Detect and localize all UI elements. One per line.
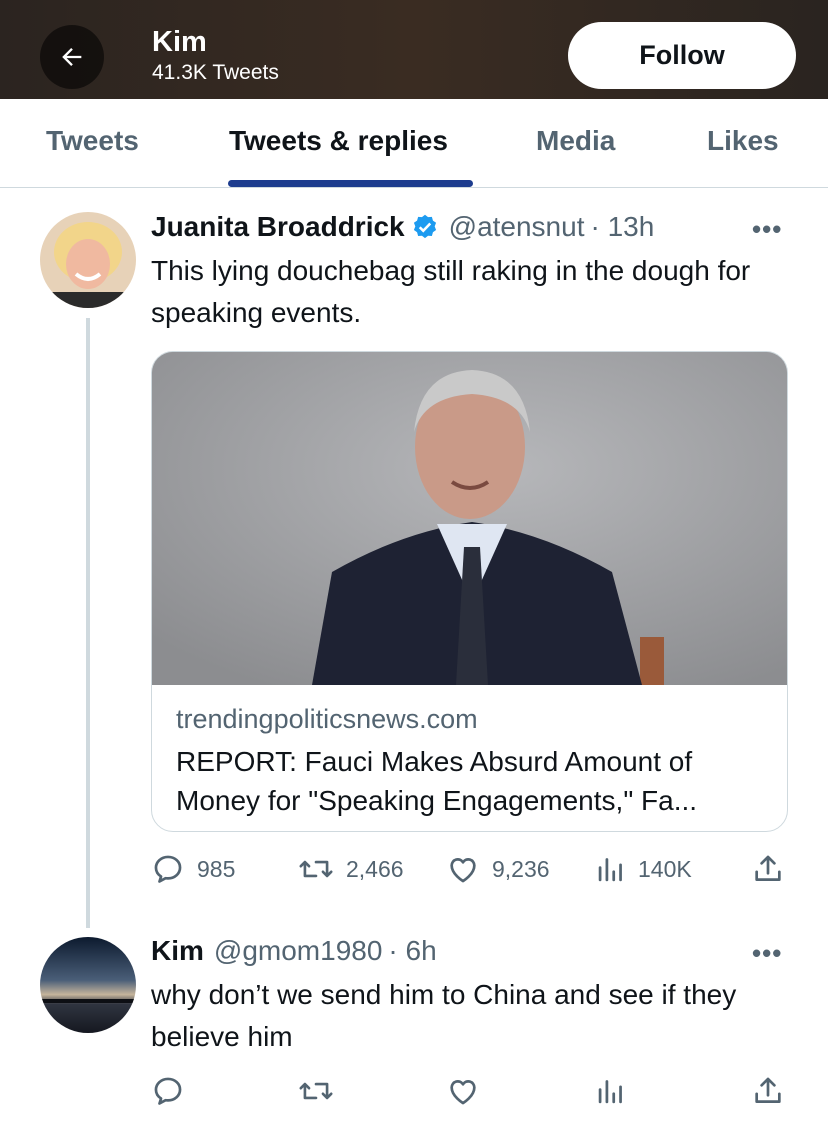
author-handle[interactable]: @gmom1980 xyxy=(214,935,383,967)
like-button[interactable]: 9,236 xyxy=(446,852,550,886)
views-chart-icon xyxy=(598,858,622,882)
views-button[interactable]: 140K xyxy=(596,852,692,886)
card-image xyxy=(152,352,787,685)
thread-connector-line xyxy=(86,318,90,928)
heart-icon xyxy=(450,1080,476,1105)
views-count: 140K xyxy=(638,855,692,882)
card-title: REPORT: Fauci Makes Absurd Amount of Mon… xyxy=(176,746,698,816)
views-chart-icon xyxy=(598,1080,622,1104)
reply-button[interactable]: 985 xyxy=(151,852,235,886)
share-button[interactable] xyxy=(751,1074,785,1108)
link-card[interactable]: trendingpoliticsnews.com REPORT: Fauci M… xyxy=(151,351,788,832)
tab-tweets-and-replies[interactable]: Tweets & replies xyxy=(229,125,448,157)
tab-likes[interactable]: Likes xyxy=(707,125,779,157)
like-count: 9,236 xyxy=(492,855,550,882)
tweet-action-bar: 985 2,466 9,236 140K xyxy=(151,850,791,890)
active-tab-indicator xyxy=(228,180,473,187)
more-options-icon[interactable]: ••• xyxy=(752,214,782,245)
arrow-left-icon xyxy=(62,48,82,66)
retweet-count: 2,466 xyxy=(346,855,404,882)
retweet-icon xyxy=(299,860,333,878)
verified-badge-icon xyxy=(413,214,436,239)
author-handle[interactable]: @atensnut xyxy=(449,211,585,243)
avatar-photo xyxy=(40,937,136,1033)
tweet-action-bar xyxy=(151,1072,791,1112)
tab-tweets[interactable]: Tweets xyxy=(46,125,139,157)
reply-icon xyxy=(154,855,182,883)
tweet-time[interactable]: · 6h xyxy=(388,935,436,967)
author-name[interactable]: Juanita Broaddrick xyxy=(151,211,405,243)
profile-header: Kim 41.3K Tweets Follow xyxy=(0,0,828,99)
tweet-text: why don’t we send him to China and see i… xyxy=(151,979,737,1052)
retweet-icon xyxy=(299,1082,333,1100)
header-name: Kim xyxy=(152,26,207,58)
profile-tabs: Tweets Tweets & replies Media Likes xyxy=(0,99,828,188)
share-icon xyxy=(755,1077,781,1103)
tweet-time[interactable]: · 13h xyxy=(590,211,654,243)
avatar-photo xyxy=(40,212,136,308)
heart-icon xyxy=(450,858,476,883)
card-domain: trendingpoliticsnews.com xyxy=(176,704,478,734)
reply-button[interactable] xyxy=(151,1074,185,1108)
more-options-icon[interactable]: ••• xyxy=(752,938,782,969)
header-tweet-count: 41.3K Tweets xyxy=(152,61,279,84)
tweet-text: This lying douchebag still raking in the… xyxy=(151,255,751,328)
like-button[interactable] xyxy=(446,1074,480,1108)
share-button[interactable] xyxy=(751,852,785,886)
views-button[interactable] xyxy=(596,1074,626,1108)
author-name[interactable]: Kim xyxy=(151,935,204,967)
card-photo xyxy=(152,352,787,685)
share-icon xyxy=(755,855,781,881)
avatar[interactable] xyxy=(40,937,136,1033)
back-button[interactable] xyxy=(40,25,104,89)
follow-button[interactable]: Follow xyxy=(568,22,796,89)
reply-icon xyxy=(154,1077,182,1105)
tab-media[interactable]: Media xyxy=(536,125,615,157)
avatar[interactable] xyxy=(40,212,136,308)
reply-count: 985 xyxy=(197,855,236,882)
tweet-author-row: Kim @gmom1980 · 6h xyxy=(151,935,437,967)
retweet-button[interactable]: 2,466 xyxy=(298,852,404,886)
retweet-button[interactable] xyxy=(298,1074,334,1108)
tweet-author-row: Juanita Broaddrick @atensnut · 13h xyxy=(151,211,654,243)
